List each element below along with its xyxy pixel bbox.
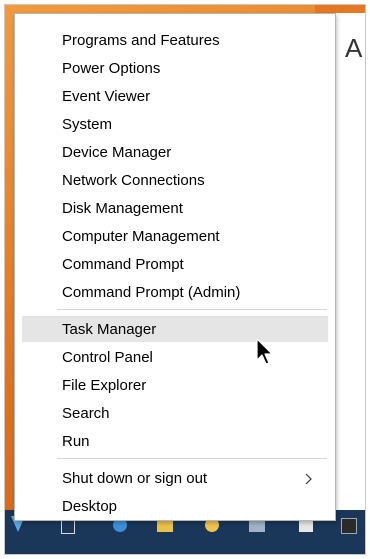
menu-item-label: Computer Management <box>62 227 220 245</box>
menu-item-label: Programs and Features <box>62 31 220 49</box>
menu-item-device-manager[interactable]: Device Manager <box>22 139 328 165</box>
menu-item-file-explorer[interactable]: File Explorer <box>22 372 328 398</box>
menu-item-task-manager[interactable]: Task Manager <box>22 316 328 342</box>
menu-item-desktop[interactable]: Desktop <box>22 493 328 519</box>
menu-item-event-viewer[interactable]: Event Viewer <box>22 83 328 109</box>
menu-item-label: Command Prompt <box>62 255 184 273</box>
menu-item-power-options[interactable]: Power Options <box>22 55 328 81</box>
menu-item-label: Desktop <box>62 497 118 515</box>
menu-item-label: System <box>62 115 113 133</box>
menu-item-control-panel[interactable]: Control Panel <box>22 344 328 370</box>
menu-item-label: Network Connections <box>62 171 205 189</box>
menu-item-command-prompt[interactable]: Command Prompt <box>22 251 328 277</box>
menu-item-label: Run <box>62 432 90 450</box>
menu-item-network-connections[interactable]: Network Connections <box>22 167 328 193</box>
menu-item-label: Device Manager <box>62 143 172 161</box>
menu-item-computer-management[interactable]: Computer Management <box>22 223 328 249</box>
menu-item-label: Power Options <box>62 59 161 77</box>
app-icon-4[interactable] <box>341 518 357 534</box>
menu-item-label: Event Viewer <box>62 87 151 105</box>
background-window-letter: A <box>345 33 363 63</box>
power-user-menu: Programs and Features Power Options Even… <box>14 13 336 521</box>
menu-item-label: Command Prompt (Admin) <box>62 283 241 301</box>
menu-item-shut-down-or-sign-out[interactable]: Shut down or sign out <box>22 465 328 491</box>
menu-item-label: Disk Management <box>62 199 183 217</box>
menu-item-label: File Explorer <box>62 376 147 394</box>
menu-separator <box>57 309 327 310</box>
menu-item-label: Shut down or sign out <box>62 469 208 487</box>
menu-item-disk-management[interactable]: Disk Management <box>22 195 328 221</box>
mouse-pointer-icon <box>256 338 274 366</box>
menu-item-programs-and-features[interactable]: Programs and Features <box>22 27 328 53</box>
menu-item-system[interactable]: System <box>22 111 328 137</box>
menu-item-command-prompt-admin[interactable]: Command Prompt (Admin) <box>22 279 328 305</box>
menu-separator <box>57 458 327 459</box>
menu-item-label: Search <box>62 404 110 422</box>
menu-item-run[interactable]: Run <box>22 428 328 454</box>
menu-item-label: Task Manager <box>62 320 157 338</box>
chevron-right-icon <box>302 472 314 485</box>
menu-item-search[interactable]: Search <box>22 400 328 426</box>
menu-item-label: Control Panel <box>62 348 153 366</box>
